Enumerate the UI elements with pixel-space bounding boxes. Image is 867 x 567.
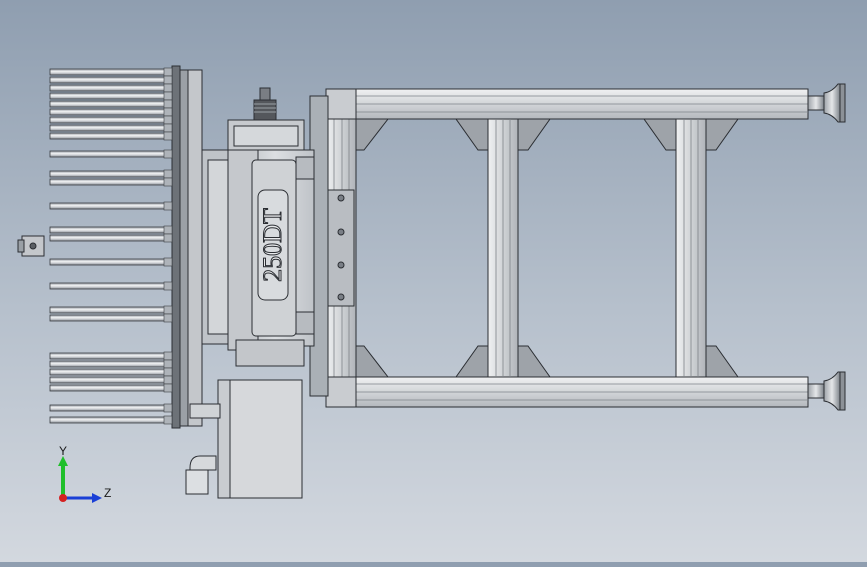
aluminum-frame <box>323 83 846 411</box>
triad-y-label: Y <box>59 444 67 458</box>
rod-collar <box>163 91 173 101</box>
tool-rod <box>49 404 173 412</box>
tool-rod <box>49 124 173 132</box>
rod-collar <box>163 383 173 393</box>
tool-rod <box>49 170 173 178</box>
tool-rod <box>49 92 173 100</box>
rod-collar <box>163 257 173 267</box>
tool-rod <box>49 258 173 266</box>
tool-rod <box>49 100 173 108</box>
triad-z-label: Z <box>104 486 111 500</box>
rod-collar <box>163 415 173 425</box>
rod-collar <box>163 123 173 133</box>
tool-rod <box>49 306 173 314</box>
axis-triad: Y Z <box>58 444 111 503</box>
tool-rod <box>49 68 173 76</box>
rod-collar <box>163 107 173 117</box>
rod-collar <box>163 225 173 235</box>
rod-collar <box>163 75 173 85</box>
rod-collar <box>163 367 173 377</box>
tool-rod <box>49 384 173 392</box>
tool-rod <box>49 376 173 384</box>
tool-rod <box>49 132 173 140</box>
tool-rod <box>49 150 173 158</box>
tool-rod <box>49 234 173 242</box>
rod-collar <box>163 201 173 211</box>
model-label: 250DT <box>258 208 287 282</box>
tool-rod <box>49 116 173 124</box>
rod-collar <box>163 375 173 385</box>
tool-rod <box>49 314 173 322</box>
tool-rod <box>49 226 173 234</box>
rod-collar <box>163 359 173 369</box>
machine-drawing: 250DT Y Z <box>17 65 846 503</box>
cad-viewport[interactable]: 250DT Y Z <box>0 0 867 562</box>
side-handle <box>17 235 45 257</box>
tool-rods <box>49 67 173 425</box>
tool-rod <box>49 202 173 210</box>
tool-rod <box>49 108 173 116</box>
tool-rod <box>49 352 173 360</box>
rod-collar <box>163 169 173 179</box>
rod-collar <box>163 131 173 141</box>
model-badge: 250DT <box>257 189 289 301</box>
rod-collar <box>163 67 173 77</box>
leveling-foot-bottom <box>807 371 846 411</box>
tool-rod <box>49 282 173 290</box>
rod-collar <box>163 313 173 323</box>
tool-rod <box>49 360 173 368</box>
rotary-hub <box>171 65 229 429</box>
rod-collar <box>163 403 173 413</box>
triad-origin <box>59 494 67 502</box>
rod-collar <box>163 177 173 187</box>
rod-collar <box>163 233 173 243</box>
tool-rod <box>49 76 173 84</box>
rod-collar <box>163 99 173 109</box>
tool-rod <box>49 84 173 92</box>
leveling-foot-top <box>807 83 846 123</box>
rod-collar <box>163 115 173 125</box>
tool-rod <box>49 368 173 376</box>
rod-collar <box>163 83 173 93</box>
rod-collar <box>163 305 173 315</box>
rod-collar <box>163 351 173 361</box>
rod-collar <box>163 149 173 159</box>
tool-rod <box>49 416 173 424</box>
tool-rod <box>49 178 173 186</box>
pipe-fittings <box>185 403 221 495</box>
rod-collar <box>163 281 173 291</box>
